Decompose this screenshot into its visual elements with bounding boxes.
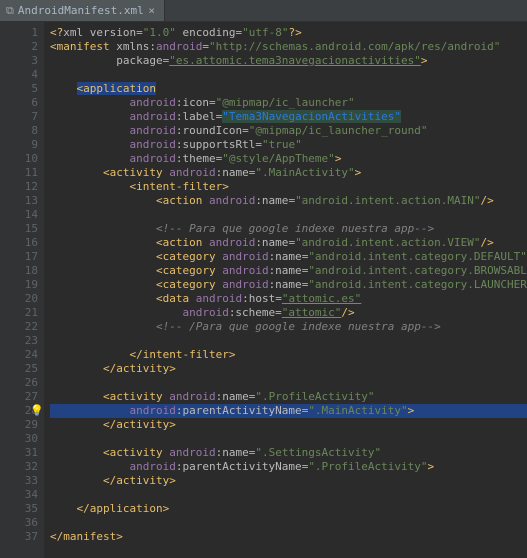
line-number[interactable]: 1 — [4, 26, 38, 40]
code-line[interactable]: android:label="Tema3NavegacionActivities… — [50, 110, 527, 124]
code-line[interactable]: <category android:name="android.intent.c… — [50, 250, 527, 264]
code-line[interactable]: android:roundIcon="@mipmap/ic_launcher_r… — [50, 124, 527, 138]
code-line[interactable]: android:scheme="attomic"/> — [50, 306, 527, 320]
code-line[interactable]: <manifest xmlns:android="http://schemas.… — [50, 40, 527, 54]
line-number[interactable]: 18 — [4, 264, 38, 278]
line-number[interactable]: 27 — [4, 390, 38, 404]
code-line[interactable]: <activity android:name=".SettingsActivit… — [50, 446, 527, 460]
line-number[interactable]: 16 — [4, 236, 38, 250]
tab-filename: AndroidManifest.xml — [18, 4, 144, 17]
code-line[interactable] — [50, 376, 527, 390]
xml-file-icon: ⧉ — [6, 4, 14, 18]
line-number[interactable]: 4 — [4, 68, 38, 82]
code-line[interactable]: <!-- Para que google indexe nuestra app-… — [50, 222, 527, 236]
code-line[interactable]: <category android:name="android.intent.c… — [50, 278, 527, 292]
code-line[interactable]: <data android:host="attomic.es" — [50, 292, 527, 306]
line-number[interactable]: 10 — [4, 152, 38, 166]
code-line[interactable]: </activity> — [50, 474, 527, 488]
line-number[interactable]: 24 — [4, 348, 38, 362]
line-number[interactable]: 8 — [4, 124, 38, 138]
code-line[interactable]: <action android:name="android.intent.act… — [50, 194, 527, 208]
code-line[interactable]: </activity> — [50, 418, 527, 432]
line-number[interactable]: 26 — [4, 376, 38, 390]
code-line[interactable]: <?xml version="1.0" encoding="utf-8"?> — [50, 26, 527, 40]
code-line[interactable]: android:theme="@style/AppTheme"> — [50, 152, 527, 166]
line-number[interactable]: 32 — [4, 460, 38, 474]
code-line[interactable]: </application> — [50, 502, 527, 516]
code-line[interactable]: </activity> — [50, 362, 527, 376]
line-number[interactable]: 5 — [4, 82, 38, 96]
code-line[interactable] — [50, 488, 527, 502]
code-line[interactable]: package="es.attomic.tema3navegacionactiv… — [50, 54, 527, 68]
line-number[interactable]: 13 — [4, 194, 38, 208]
line-number[interactable]: 15 — [4, 222, 38, 236]
code-line[interactable]: <intent-filter> — [50, 180, 527, 194]
line-gutter[interactable]: 1234567891011121314151617181920212223242… — [0, 22, 44, 558]
line-number[interactable]: 23 — [4, 334, 38, 348]
line-number[interactable]: 21 — [4, 306, 38, 320]
line-number[interactable]: 7 — [4, 110, 38, 124]
code-line[interactable]: android:icon="@mipmap/ic_launcher" — [50, 96, 527, 110]
code-line[interactable]: android:parentActivityName=".ProfileActi… — [50, 460, 527, 474]
code-line[interactable] — [50, 516, 527, 530]
line-number[interactable]: 28💡 — [4, 404, 38, 418]
line-number[interactable]: 31 — [4, 446, 38, 460]
code-line[interactable]: </manifest> — [50, 530, 527, 544]
code-line[interactable]: android:parentActivityName=".MainActivit… — [50, 404, 527, 418]
line-number[interactable]: 9 — [4, 138, 38, 152]
line-number[interactable]: 11 — [4, 166, 38, 180]
line-number[interactable]: 37 — [4, 530, 38, 544]
code-line[interactable] — [50, 208, 527, 222]
line-number[interactable]: 25 — [4, 362, 38, 376]
file-tab[interactable]: ⧉ AndroidManifest.xml × — [0, 0, 165, 21]
editor: 1234567891011121314151617181920212223242… — [0, 22, 527, 558]
tab-bar: ⧉ AndroidManifest.xml × — [0, 0, 527, 22]
line-number[interactable]: 30 — [4, 432, 38, 446]
code-line[interactable]: <activity android:name=".ProfileActivity… — [50, 390, 527, 404]
code-line[interactable] — [50, 334, 527, 348]
code-line[interactable]: </intent-filter> — [50, 348, 527, 362]
line-number[interactable]: 12 — [4, 180, 38, 194]
code-line[interactable]: <activity android:name=".MainActivity"> — [50, 166, 527, 180]
code-line[interactable]: <application — [50, 82, 527, 96]
code-area[interactable]: <?xml version="1.0" encoding="utf-8"?><m… — [44, 22, 527, 558]
intention-bulb-icon[interactable]: 💡 — [30, 404, 44, 418]
line-number[interactable]: 17 — [4, 250, 38, 264]
code-line[interactable] — [50, 68, 527, 82]
code-line[interactable]: android:supportsRtl="true" — [50, 138, 527, 152]
code-line[interactable]: <category android:name="android.intent.c… — [50, 264, 527, 278]
code-line[interactable] — [50, 432, 527, 446]
code-line[interactable]: <!-- /Para que google indexe nuestra app… — [50, 320, 527, 334]
line-number[interactable]: 22 — [4, 320, 38, 334]
line-number[interactable]: 2 — [4, 40, 38, 54]
line-number[interactable]: 14 — [4, 208, 38, 222]
line-number[interactable]: 20 — [4, 292, 38, 306]
line-number[interactable]: 36 — [4, 516, 38, 530]
line-number[interactable]: 29 — [4, 418, 38, 432]
line-number[interactable]: 35 — [4, 502, 38, 516]
line-number[interactable]: 33 — [4, 474, 38, 488]
line-number[interactable]: 19 — [4, 278, 38, 292]
line-number[interactable]: 6 — [4, 96, 38, 110]
code-line[interactable]: <action android:name="android.intent.act… — [50, 236, 527, 250]
close-tab-icon[interactable]: × — [148, 4, 156, 17]
line-number[interactable]: 34 — [4, 488, 38, 502]
line-number[interactable]: 3 — [4, 54, 38, 68]
